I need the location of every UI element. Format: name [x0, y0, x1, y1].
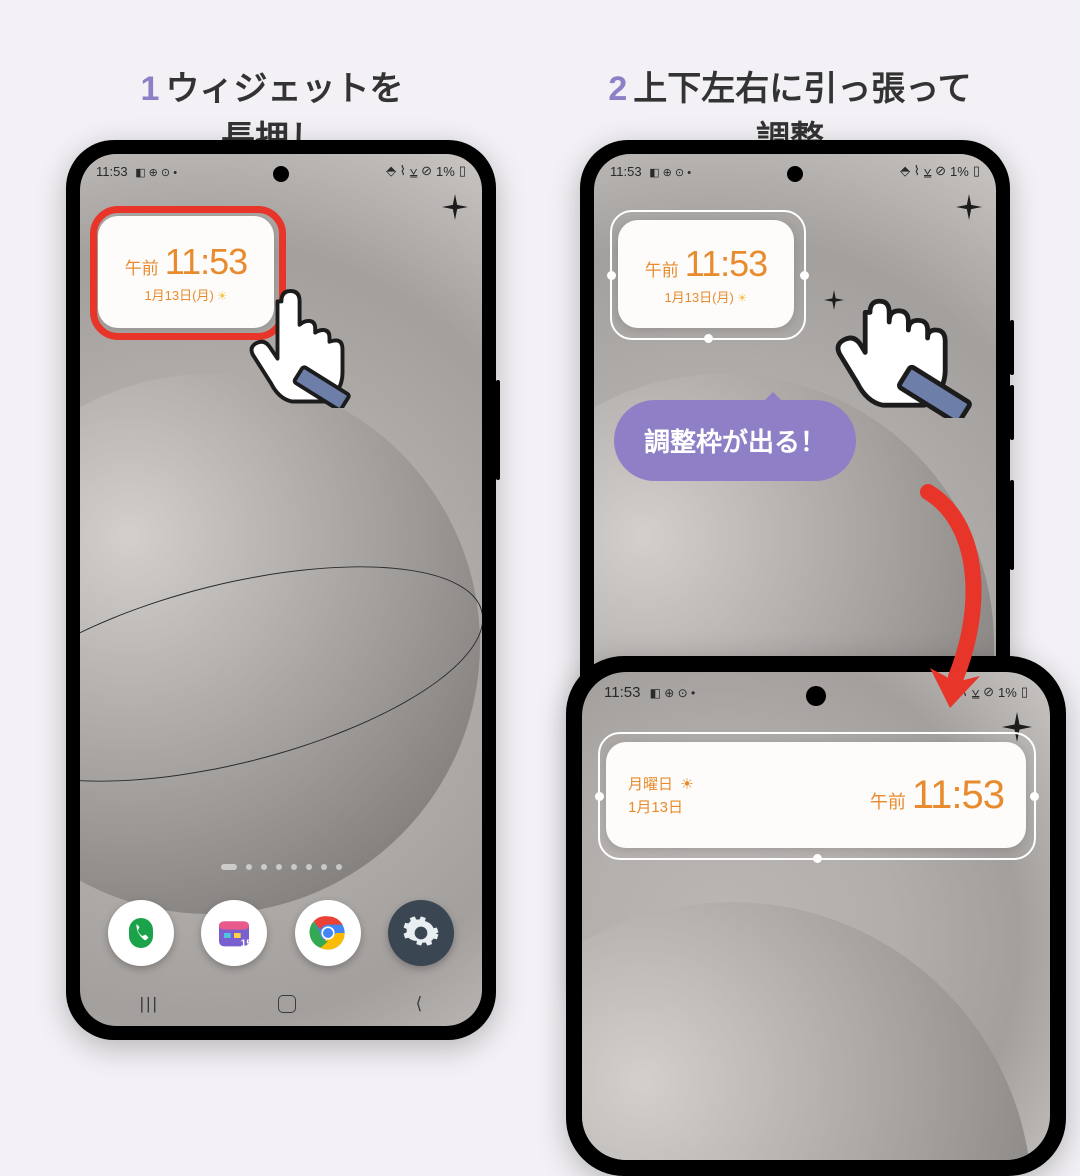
resize-handle-left[interactable] — [607, 271, 616, 280]
resize-frame[interactable] — [598, 732, 1036, 860]
drag-hand-cursor — [822, 258, 982, 418]
battery-percent: 1% — [998, 685, 1017, 700]
resize-handle-bottom[interactable] — [704, 334, 713, 343]
page-indicator[interactable] — [80, 864, 482, 870]
status-time: 11:53 — [604, 684, 640, 701]
resize-handle-right[interactable] — [800, 271, 809, 280]
tap-hand-cursor — [232, 278, 362, 408]
status-left-icons: ◧ ⊕ ⊙ • — [135, 167, 177, 179]
app-dock: 15 — [80, 900, 482, 966]
battery-percent: 1% — [950, 164, 969, 179]
camera-notch — [787, 166, 803, 182]
nav-home[interactable] — [278, 995, 296, 1013]
battery-icon: ▯ — [1021, 684, 1028, 700]
nav-bar: ||| ⟨ — [80, 994, 482, 1014]
battery-icon: ▯ — [459, 163, 466, 179]
status-time: 11:53 — [610, 164, 642, 179]
calendar-app-icon[interactable]: 15 — [201, 900, 267, 966]
sparkle-icon — [442, 194, 468, 220]
chrome-app-icon[interactable] — [295, 900, 361, 966]
phone-mock-1: 11:53 ◧ ⊕ ⊙ • ⬘ ⌇ ⩣ ⊘ 1% ▯ 午前 11:53 1月13… — [66, 140, 496, 1040]
red-arrow — [908, 482, 998, 712]
phone-mock-3: 11:53 ◧ ⊕ ⊙ • ⬘ ⌇ ⩣ ⊘ 1% ▯ 月曜日 ☀ 1月13日 午… — [566, 656, 1066, 1176]
phone-app-icon[interactable] — [108, 900, 174, 966]
wallpaper-planet — [582, 902, 1032, 1160]
camera-notch — [273, 166, 289, 182]
battery-percent: 1% — [436, 164, 455, 179]
status-right-icons: ⬘ ⌇ ⩣ ⊘ — [386, 163, 432, 179]
status-time: 11:53 — [96, 164, 128, 179]
home-screen[interactable]: 11:53 ◧ ⊕ ⊙ • ⬘ ⌇ ⩣ ⊘ 1% ▯ 月曜日 ☀ 1月13日 午… — [582, 672, 1050, 1160]
sparkle-icon — [956, 194, 982, 220]
resize-handle-bottom[interactable] — [813, 854, 822, 863]
nav-back[interactable]: ⟨ — [416, 994, 423, 1014]
resize-frame[interactable] — [610, 210, 806, 340]
settings-app-icon[interactable] — [388, 900, 454, 966]
callout-bubble: 調整枠が出る！ — [614, 400, 856, 481]
nav-recents[interactable]: ||| — [140, 994, 159, 1014]
svg-text:15: 15 — [241, 938, 253, 949]
resize-handle-right[interactable] — [1030, 792, 1039, 801]
battery-icon: ▯ — [973, 163, 980, 179]
resize-handle-left[interactable] — [595, 792, 604, 801]
camera-notch — [806, 686, 826, 706]
